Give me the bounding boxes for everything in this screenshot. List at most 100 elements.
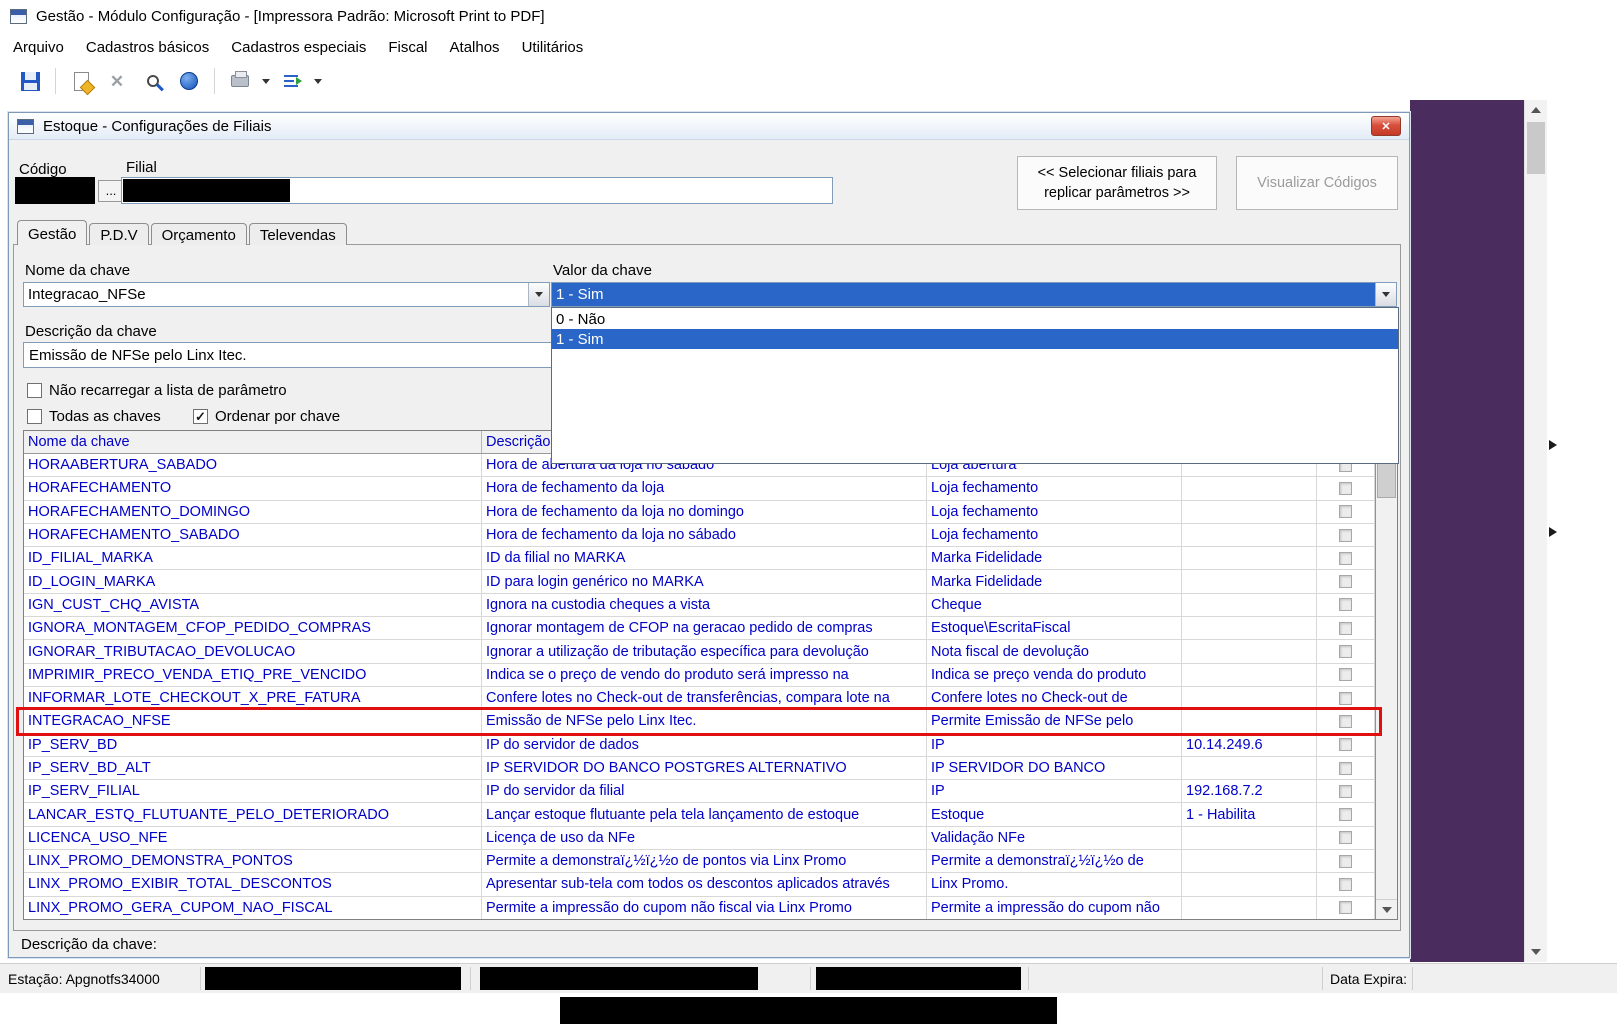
table-row[interactable]: LINX_PROMO_EXIBIR_TOTAL_DESCONTOSApresen… (24, 873, 1375, 896)
row-checkbox[interactable] (1339, 482, 1352, 495)
menu-cadastros-basicos[interactable]: Cadastros básicos (75, 34, 220, 61)
table-row[interactable]: LINX_PROMO_DEMONSTRA_PONTOSPermite a dem… (24, 850, 1375, 873)
menu-atalhos[interactable]: Atalhos (439, 34, 511, 61)
table-row[interactable]: IP_SERV_BD_ALTIP SERVIDOR DO BANCO POSTG… (24, 757, 1375, 780)
codigo-field[interactable] (15, 177, 95, 204)
tab-televendas[interactable]: Televendas (249, 223, 347, 245)
row-checkbox[interactable] (1339, 668, 1352, 681)
scrollbar-thumb[interactable] (1527, 122, 1545, 174)
row-checkbox[interactable] (1339, 831, 1352, 844)
print-dropdown-button[interactable] (258, 66, 274, 96)
printer-icon (231, 75, 249, 87)
table-row[interactable]: IGN_CUST_CHQ_AVISTAIgnora na custodia ch… (24, 594, 1375, 617)
table-row[interactable]: LANCAR_ESTQ_FLUTUANTE_PELO_DETERIORADOLa… (24, 803, 1375, 826)
table-row[interactable]: ID_FILIAL_MARKAID da filial no MARKAMark… (24, 547, 1375, 570)
dropdown-option[interactable]: 1 - Sim (552, 329, 1398, 349)
row-checkbox[interactable] (1339, 575, 1352, 588)
table-cell: Hora de fechamento da loja (482, 477, 927, 499)
table-row[interactable]: IP_SERV_BDIP do servidor de dadosIP10.14… (24, 734, 1375, 757)
close-button[interactable]: ✕ (1371, 116, 1401, 136)
replicate-button[interactable]: << Selecionar filiais para replicar parâ… (1017, 156, 1217, 210)
row-flag-cell (1317, 640, 1375, 662)
grid-scrollbar[interactable] (1375, 431, 1397, 919)
redacted-area (123, 179, 290, 202)
table-row[interactable]: LICENCA_USO_NFELicença de uso da NFeVali… (24, 827, 1375, 850)
row-checkbox[interactable] (1339, 785, 1352, 798)
row-checkbox[interactable] (1339, 692, 1352, 705)
expand-panel-icon[interactable] (1549, 440, 1557, 450)
table-row[interactable]: ID_LOGIN_MARKAID para login genérico no … (24, 570, 1375, 593)
table-row[interactable]: IGNORA_MONTAGEM_CFOP_PEDIDO_COMPRASIgnor… (24, 617, 1375, 640)
menu-fiscal[interactable]: Fiscal (377, 34, 438, 61)
key-value-combo[interactable]: 1 - Sim (551, 282, 1397, 307)
row-checkbox[interactable] (1339, 505, 1352, 518)
vertical-scrollbar[interactable] (1524, 100, 1547, 962)
export-button[interactable] (274, 66, 310, 96)
menu-utilitarios[interactable]: Utilitários (511, 34, 595, 61)
expand-panel-icon[interactable] (1549, 527, 1557, 537)
dialog-titlebar[interactable]: Estoque - Configurações de Filiais ✕ (9, 113, 1409, 140)
tab-gestao[interactable]: Gestão (17, 220, 87, 245)
export-dropdown-button[interactable] (310, 66, 326, 96)
row-checkbox[interactable] (1339, 529, 1352, 542)
row-checkbox[interactable] (1339, 715, 1352, 728)
view-codes-button[interactable]: Visualizar Códigos (1236, 156, 1398, 210)
table-row[interactable]: HORAFECHAMENTO_DOMINGOHora de fechamento… (24, 501, 1375, 524)
table-row[interactable]: IMPRIMIR_PRECO_VENDA_ETIQ_PRE_VENCIDOInd… (24, 664, 1375, 687)
row-checkbox[interactable] (1339, 855, 1352, 868)
redacted-area (480, 967, 758, 990)
table-row[interactable]: IGNORAR_TRIBUTACAO_DEVOLUCAOIgnorar a ut… (24, 640, 1375, 663)
print-button[interactable] (222, 66, 258, 96)
row-checkbox[interactable] (1339, 878, 1352, 891)
delete-button[interactable]: ✕ (99, 66, 135, 96)
scroll-up-icon[interactable] (1525, 100, 1547, 120)
value-dropdown-list[interactable]: 0 - Não1 - Sim (551, 307, 1399, 464)
column-header-nome-da-chave[interactable]: Nome da chave (24, 431, 482, 453)
table-row[interactable]: IP_SERV_FILIALIP do servidor da filialIP… (24, 780, 1375, 803)
chevron-down-icon[interactable] (528, 283, 549, 306)
table-cell: Loja fechamento (927, 477, 1182, 499)
row-checkbox[interactable] (1339, 622, 1352, 635)
table-cell: Ignorar montagem de CFOP na geracao pedi… (482, 617, 927, 639)
row-checkbox[interactable] (1339, 808, 1352, 821)
table-cell: IGNORA_MONTAGEM_CFOP_PEDIDO_COMPRAS (24, 617, 482, 639)
table-cell: Estoque (927, 803, 1182, 825)
table-cell (1182, 547, 1317, 569)
menu-arquivo[interactable]: Arquivo (2, 34, 75, 61)
table-row[interactable]: HORAFECHAMENTOHora de fechamento da loja… (24, 477, 1375, 500)
codigo-label: Código (19, 161, 67, 178)
statusbar-divider (1028, 967, 1029, 990)
row-checkbox[interactable] (1339, 645, 1352, 658)
scroll-down-icon[interactable] (1525, 942, 1547, 962)
save-button[interactable] (12, 66, 48, 96)
table-cell (1182, 757, 1317, 779)
checkbox-todas-as-chaves[interactable]: Todas as chaves (27, 408, 161, 425)
statusbar: Estação: Apgnotfs34000 Data Expira: (0, 963, 1617, 993)
scroll-down-icon[interactable] (1376, 899, 1397, 919)
row-checkbox[interactable] (1339, 762, 1352, 775)
key-name-combo[interactable]: Integracao_NFSe (23, 282, 550, 307)
checkbox-ordenar-por-chave[interactable]: Ordenar por chave (193, 408, 340, 425)
dialog-icon (17, 119, 34, 134)
table-row[interactable]: LINX_PROMO_GERA_CUPOM_NAO_FISCALPermite … (24, 897, 1375, 919)
row-flag-cell (1317, 757, 1375, 779)
parameters-grid: Nome da chave Descrição HORAABERTURA_SAB… (23, 430, 1398, 920)
checkbox-nao-recarregar[interactable]: Não recarregar a lista de parâmetro (27, 382, 287, 399)
row-checkbox[interactable] (1339, 598, 1352, 611)
table-row[interactable]: HORAFECHAMENTO_SABADOHora de fechamento … (24, 524, 1375, 547)
chevron-down-icon[interactable] (1375, 283, 1396, 306)
table-row[interactable]: INTEGRACAO_NFSEEmissão de NFSe pelo Linx… (24, 710, 1375, 733)
tab-pdv[interactable]: P.D.V (89, 223, 148, 245)
tab-orcamento[interactable]: Orçamento (151, 223, 247, 245)
dropdown-option[interactable]: 0 - Não (552, 309, 1398, 329)
dialog-title: Estoque - Configurações de Filiais (43, 118, 271, 135)
info-button[interactable] (171, 66, 207, 96)
search-button[interactable] (135, 66, 171, 96)
new-button[interactable] (63, 66, 99, 96)
row-checkbox[interactable] (1339, 738, 1352, 751)
menu-cadastros-especiais[interactable]: Cadastros especiais (220, 34, 377, 61)
table-cell (1182, 897, 1317, 919)
table-row[interactable]: INFORMAR_LOTE_CHECKOUT_X_PRE_FATURAConfe… (24, 687, 1375, 710)
row-checkbox[interactable] (1339, 901, 1352, 914)
row-checkbox[interactable] (1339, 552, 1352, 565)
